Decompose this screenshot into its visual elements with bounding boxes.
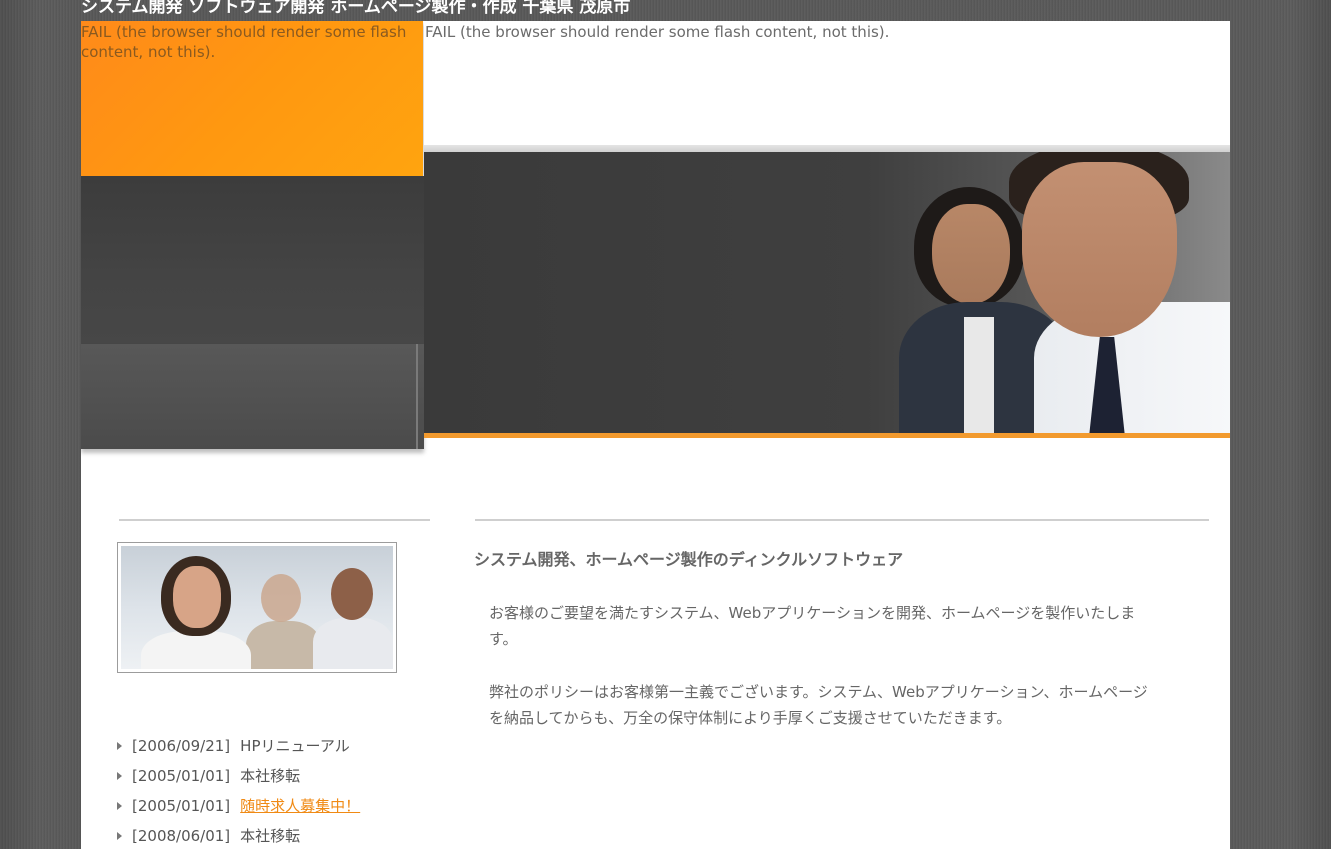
flash-fallback-left: FAIL (the browser should render some fla… <box>81 23 407 61</box>
recruitment-link[interactable]: 随時求人募集中！ <box>240 793 360 819</box>
photo-person-3-body <box>313 618 393 669</box>
news-date: [2006/09/21] <box>132 737 231 755</box>
photo-person-1-body <box>141 631 251 669</box>
sidebar-photo <box>117 542 397 673</box>
header-left-lower-panel <box>81 344 424 449</box>
hero-banner-image <box>424 152 1230 433</box>
news-text: HPリニューアル <box>240 737 350 755</box>
news-date: [2005/01/01] <box>132 767 231 785</box>
hero-accent-line <box>424 433 1230 438</box>
news-item: [2006/09/21] HPリニューアル <box>117 731 360 761</box>
content-divider <box>475 519 1209 521</box>
site-title: システム開発 ソフトウェア開発 ホームページ製作・作成 千葉県 茂原市 <box>81 0 631 17</box>
photo-person-2-body <box>246 621 321 669</box>
flash-fallback-right: FAIL (the browser should render some fla… <box>425 23 890 41</box>
photo-person-2-head <box>261 574 301 622</box>
news-item: [2008/06/01] 本社移転 <box>117 821 360 849</box>
news-list: [2006/09/21] HPリニューアル [2005/01/01] 本社移転 … <box>117 731 360 849</box>
news-date: [2005/01/01] <box>132 797 231 815</box>
main-paragraph-1: お客様のご要望を満たすシステム、Webアプリケーションを開発、ホームページを製作… <box>489 604 1136 648</box>
hero-woman-face <box>932 204 1010 304</box>
news-text: 本社移転 <box>240 767 301 785</box>
header-divider <box>424 145 1230 152</box>
photo-person-1-face <box>173 566 221 628</box>
sidebar-divider <box>119 519 430 521</box>
page-container: FAIL (the browser should render some fla… <box>81 21 1230 849</box>
bullet-arrow-icon <box>117 772 122 780</box>
news-item: [2005/01/01] 本社移転 <box>117 761 360 791</box>
news-date: [2008/06/01] <box>132 827 231 845</box>
news-item: [2005/01/01] 随時求人募集中！ <box>117 791 360 821</box>
flash-logo-area: FAIL (the browser should render some fla… <box>81 21 423 176</box>
hero-woman-shirt <box>964 317 994 433</box>
photo-person-3-head <box>331 568 373 620</box>
bullet-arrow-icon <box>117 742 122 750</box>
main-paragraph-2: 弊社のポリシーはお客様第一主義でございます。システム、Webアプリケーション、ホ… <box>489 683 1148 727</box>
bullet-arrow-icon <box>117 802 122 810</box>
header-left-panel <box>81 176 424 344</box>
news-text: 本社移転 <box>240 827 301 845</box>
support-staff-image <box>121 546 393 669</box>
bullet-arrow-icon <box>117 832 122 840</box>
hero-man-face <box>1022 162 1177 337</box>
main-heading: システム開発、ホームページ製作のディンクルソフトウェア <box>474 550 904 569</box>
flash-menu-area: FAIL (the browser should render some fla… <box>424 21 1230 145</box>
